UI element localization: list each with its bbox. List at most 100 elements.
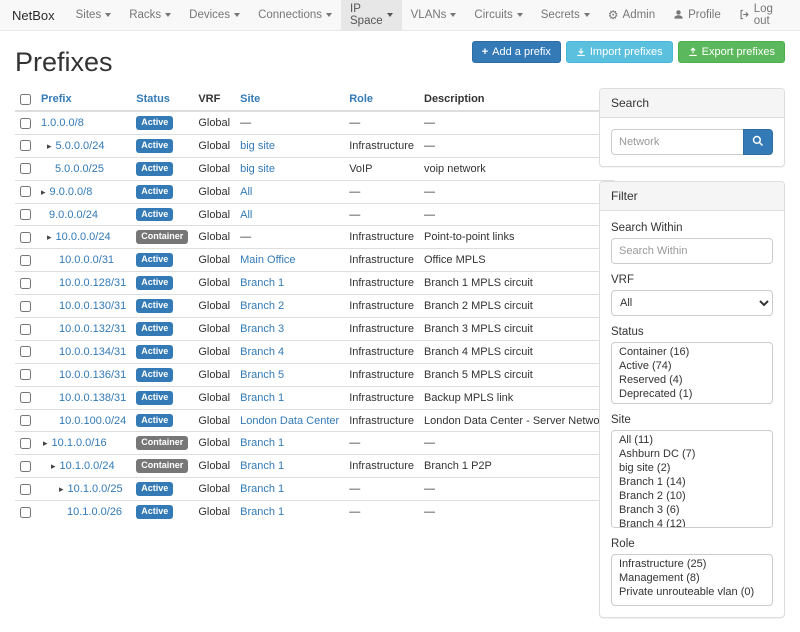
site-link[interactable]: Branch 5 (240, 369, 284, 381)
filter-option[interactable]: Deprecated (1) (612, 387, 772, 401)
status-badge: Active (136, 299, 173, 313)
filter-option[interactable]: big site (2) (612, 461, 772, 475)
filter-option[interactable]: Reserved (4) (612, 373, 772, 387)
row-checkbox[interactable] (20, 324, 31, 335)
site-link[interactable]: big site (240, 163, 275, 175)
row-checkbox[interactable] (20, 163, 31, 174)
row-checkbox[interactable] (20, 209, 31, 220)
filter-option[interactable]: Branch 4 (12) (612, 517, 772, 528)
export-prefixes-button[interactable]: Export prefixes (678, 41, 785, 63)
filter-option[interactable]: Branch 2 (10) (612, 489, 772, 503)
expand-arrow-icon[interactable]: ▸ (47, 232, 52, 242)
prefix-link[interactable]: 9.0.0.0/8 (50, 186, 93, 198)
row-checkbox[interactable] (20, 118, 31, 129)
brand[interactable]: NetBox (8, 0, 67, 30)
expand-arrow-icon[interactable]: ▸ (47, 141, 52, 151)
row-checkbox[interactable] (20, 438, 31, 449)
prefix-link[interactable]: 1.0.0.0/8 (41, 117, 84, 129)
search-input[interactable] (611, 129, 744, 155)
row-checkbox[interactable] (20, 232, 31, 243)
site-link[interactable]: Branch 1 (240, 460, 284, 472)
vrf-select[interactable]: All (611, 290, 773, 316)
filter-option[interactable]: Container (16) (612, 345, 772, 359)
expand-arrow-icon[interactable]: ▸ (41, 187, 46, 197)
nav-item-logout[interactable]: Log out (730, 0, 792, 30)
prefix-link[interactable]: 10.1.0.0/16 (52, 437, 107, 449)
filter-option[interactable]: Branch 3 (6) (612, 503, 772, 517)
row-checkbox[interactable] (20, 507, 31, 518)
site-link[interactable]: All (240, 209, 252, 221)
filter-option[interactable]: Active (74) (612, 359, 772, 373)
row-checkbox[interactable] (20, 140, 31, 151)
nav-item-admin[interactable]: ⚙ Admin (599, 0, 664, 30)
prefix-link[interactable]: 10.0.0.0/24 (56, 231, 111, 243)
nav-item-racks[interactable]: Racks (120, 0, 180, 30)
filter-option[interactable]: Management (8) (612, 571, 772, 585)
site-link[interactable]: All (240, 186, 252, 198)
prefix-link[interactable]: 10.0.0.136/31 (59, 369, 126, 381)
site-link[interactable]: Branch 1 (240, 483, 284, 495)
nav-item-profile[interactable]: Profile (664, 0, 730, 30)
site-link[interactable]: Branch 1 (240, 506, 284, 518)
filter-option[interactable]: Infrastructure (25) (612, 557, 772, 571)
status-listbox[interactable]: Container (16)Active (74)Reserved (4)Dep… (611, 342, 773, 404)
prefix-link[interactable]: 9.0.0.0/24 (49, 209, 98, 221)
filter-option[interactable]: Branch 1 (14) (612, 475, 772, 489)
prefix-link[interactable]: 10.0.0.128/31 (59, 277, 126, 289)
site-link[interactable]: Branch 1 (240, 437, 284, 449)
prefix-link[interactable]: 10.1.0.0/24 (60, 460, 115, 472)
filter-option[interactable]: Ashburn DC (7) (612, 447, 772, 461)
nav-item-connections[interactable]: Connections (249, 0, 341, 30)
nav-item-ip-space[interactable]: IP Space (341, 0, 402, 30)
nav-item-devices[interactable]: Devices (180, 0, 249, 30)
row-checkbox[interactable] (20, 461, 31, 472)
site-link[interactable]: Branch 4 (240, 346, 284, 358)
nav-item-vlans[interactable]: VLANs (402, 0, 466, 30)
prefix-link[interactable]: 10.0.100.0/24 (59, 415, 126, 427)
prefix-link[interactable]: 5.0.0.0/25 (55, 163, 104, 175)
site-link[interactable]: Main Office (240, 254, 295, 266)
column-header-link[interactable]: Prefix (41, 93, 72, 105)
expand-arrow-icon[interactable]: ▸ (59, 484, 64, 494)
prefix-link[interactable]: 10.0.0.138/31 (59, 392, 126, 404)
row-checkbox[interactable] (20, 301, 31, 312)
site-link[interactable]: Branch 2 (240, 300, 284, 312)
prefix-link[interactable]: 10.0.0.130/31 (59, 300, 126, 312)
site-link[interactable]: Branch 1 (240, 277, 284, 289)
column-header-link[interactable]: Status (136, 93, 170, 105)
search-within-input[interactable] (611, 238, 773, 264)
prefix-link[interactable]: 10.1.0.0/26 (67, 506, 122, 518)
prefix-link[interactable]: 5.0.0.0/24 (56, 140, 105, 152)
row-checkbox[interactable] (20, 255, 31, 266)
role-listbox[interactable]: Infrastructure (25)Management (8)Private… (611, 554, 773, 606)
nav-item-secrets[interactable]: Secrets (532, 0, 599, 30)
column-header-link[interactable]: Role (349, 93, 373, 105)
row-checkbox[interactable] (20, 346, 31, 357)
site-listbox[interactable]: All (11)Ashburn DC (7)big site (2)Branch… (611, 430, 773, 528)
row-checkbox[interactable] (20, 415, 31, 426)
nav-item-sites[interactable]: Sites (67, 0, 121, 30)
search-button[interactable] (743, 129, 773, 155)
row-checkbox[interactable] (20, 369, 31, 380)
expand-arrow-icon[interactable]: ▸ (43, 438, 48, 448)
filter-option[interactable]: Private unrouteable vlan (0) (612, 585, 772, 599)
prefix-link[interactable]: 10.0.0.134/31 (59, 346, 126, 358)
site-link[interactable]: Branch 3 (240, 323, 284, 335)
prefix-link[interactable]: 10.1.0.0/25 (68, 483, 123, 495)
prefix-link[interactable]: 10.0.0.0/31 (59, 254, 114, 266)
filter-option[interactable]: All (11) (612, 433, 772, 447)
row-checkbox[interactable] (20, 278, 31, 289)
site-link[interactable]: big site (240, 140, 275, 152)
row-checkbox[interactable] (20, 392, 31, 403)
prefix-link[interactable]: 10.0.0.132/31 (59, 323, 126, 335)
row-checkbox[interactable] (20, 186, 31, 197)
import-prefixes-button[interactable]: Import prefixes (566, 41, 673, 63)
nav-item-circuits[interactable]: Circuits (465, 0, 531, 30)
site-link[interactable]: London Data Center (240, 415, 339, 427)
row-checkbox[interactable] (20, 484, 31, 495)
column-header-link[interactable]: Site (240, 93, 260, 105)
site-link[interactable]: Branch 1 (240, 392, 284, 404)
expand-arrow-icon[interactable]: ▸ (51, 461, 56, 471)
add-prefix-button[interactable]: + Add a prefix (472, 41, 561, 63)
select-all-checkbox[interactable] (20, 94, 31, 105)
